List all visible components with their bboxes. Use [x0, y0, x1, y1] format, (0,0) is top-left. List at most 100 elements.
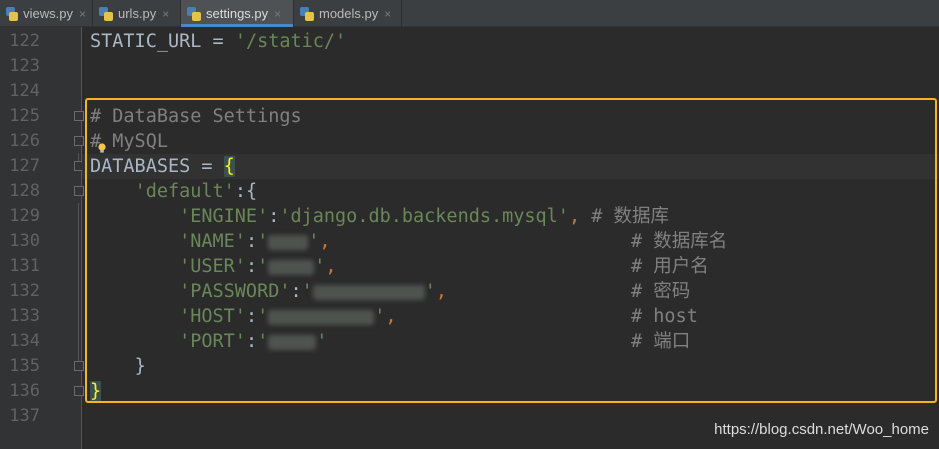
- dict-key: 'PASSWORD': [179, 281, 291, 302]
- code-line-133: 'HOST':' ',: [90, 304, 397, 329]
- line-number: 136: [9, 381, 40, 401]
- comment: # DataBase Settings: [90, 106, 302, 127]
- quote: ': [257, 331, 269, 352]
- watermark: https://blog.csdn.net/Woo_home: [714, 421, 929, 438]
- line-number: 126: [9, 131, 40, 151]
- line-number-gutter: 122 123 124 125 126 127 128 129 130 131 …: [0, 27, 84, 449]
- code-line-130: 'NAME':' ',: [90, 229, 331, 254]
- tab-label: urls.py: [118, 6, 157, 21]
- lightbulb-icon[interactable]: [97, 143, 107, 153]
- code-line-134: 'PORT':' ': [90, 329, 327, 354]
- python-file-icon: [6, 6, 19, 21]
- identifier: DATABASES: [90, 156, 191, 177]
- dict-key: 'USER': [179, 256, 246, 277]
- code-punct: :{: [234, 181, 258, 202]
- code-line-131: 'USER':' ',: [90, 254, 337, 279]
- line-number: 130: [9, 231, 40, 251]
- dict-key: 'NAME': [179, 231, 246, 252]
- comma: ,: [435, 281, 448, 302]
- code-editor[interactable]: STATIC_URL = '/static/' # DataBase Setti…: [82, 27, 939, 449]
- colon: :: [245, 306, 258, 327]
- comma: ,: [325, 256, 337, 277]
- quote: ': [314, 256, 326, 277]
- line-number: 122: [9, 31, 40, 51]
- code-line-129: 'ENGINE':'django.db.backends.mysql', # 数…: [90, 204, 669, 229]
- line-number: 134: [9, 331, 40, 351]
- comment: # host: [631, 306, 698, 327]
- comment: # 用户名: [631, 256, 709, 277]
- close-icon[interactable]: ×: [79, 7, 86, 21]
- code-line-128: 'default':{: [90, 179, 258, 204]
- code-line-127: DATABASES = {: [90, 154, 235, 179]
- tab-views-py[interactable]: views.py ×: [0, 0, 93, 27]
- matched-brace: {: [223, 156, 235, 177]
- colon: :: [245, 231, 258, 252]
- code-line-136: }: [90, 379, 102, 404]
- fold-guide: [78, 203, 79, 361]
- quote: ': [257, 256, 269, 277]
- comment: # 数据库名: [631, 231, 728, 252]
- redacted-value: [312, 284, 425, 300]
- dict-key: 'PORT': [179, 331, 246, 352]
- line-number: 128: [9, 181, 40, 201]
- line-number: 125: [9, 106, 40, 126]
- tab-urls-py[interactable]: urls.py ×: [93, 0, 181, 27]
- tab-label: settings.py: [206, 6, 269, 21]
- tab-label: models.py: [319, 6, 379, 21]
- quote: ': [316, 331, 328, 352]
- python-file-icon: [99, 6, 113, 21]
- python-file-icon: [187, 6, 201, 21]
- python-file-icon: [300, 6, 314, 21]
- line-number: 127: [9, 156, 40, 176]
- fold-guide: [78, 153, 79, 161]
- identifier: STATIC_URL: [90, 31, 202, 52]
- line-number: 124: [9, 81, 40, 101]
- quote: ': [257, 306, 269, 327]
- comment: # 端口: [631, 331, 691, 352]
- tab-models-py[interactable]: models.py ×: [294, 0, 402, 27]
- line-number: 135: [9, 356, 40, 376]
- string-literal: '/static/': [234, 31, 347, 52]
- line-number: 137: [9, 406, 40, 426]
- redacted-value: [268, 334, 317, 350]
- line-number: 129: [9, 206, 40, 226]
- dict-key: 'default': [134, 181, 235, 202]
- close-icon[interactable]: ×: [274, 7, 281, 21]
- tab-label: views.py: [23, 6, 73, 21]
- quote: ': [257, 231, 269, 252]
- string-literal: 'django.db.backends.mysql': [279, 206, 569, 227]
- closing-brace: }: [134, 356, 146, 377]
- comment: # 数据库: [591, 206, 670, 227]
- redacted-value: [268, 309, 375, 325]
- colon: :: [290, 281, 302, 302]
- comment: # 密码: [631, 281, 691, 302]
- colon: :: [268, 206, 280, 227]
- colon: :: [245, 256, 258, 277]
- dict-key: 'HOST': [179, 306, 246, 327]
- code-line-125: # DataBase Settings: [90, 104, 302, 129]
- editor-tab-bar: views.py × urls.py × settings.py × model…: [0, 0, 939, 27]
- redacted-value: [268, 259, 315, 275]
- quote: ': [308, 231, 320, 252]
- close-icon[interactable]: ×: [162, 7, 169, 21]
- close-icon[interactable]: ×: [384, 7, 391, 21]
- colon: :: [245, 331, 258, 352]
- matched-brace: }: [90, 381, 102, 402]
- quote: ': [424, 281, 436, 302]
- comment: MySQL: [101, 131, 168, 152]
- operator: =: [190, 156, 224, 177]
- line-number: 123: [9, 56, 40, 76]
- quote: ': [374, 306, 386, 327]
- comma: ,: [568, 206, 581, 227]
- line-number: 132: [9, 281, 40, 301]
- code-line-122: STATIC_URL = '/static/': [90, 29, 346, 54]
- code-line-135: }: [90, 354, 146, 379]
- dict-key: 'ENGINE': [179, 206, 269, 227]
- quote: ': [301, 281, 313, 302]
- tab-settings-py[interactable]: settings.py ×: [181, 0, 294, 27]
- line-number: 133: [9, 306, 40, 326]
- operator: =: [201, 31, 235, 52]
- code-line-132: 'PASSWORD':' ',: [90, 279, 447, 304]
- comma: ,: [385, 306, 397, 327]
- comma: ,: [319, 231, 331, 252]
